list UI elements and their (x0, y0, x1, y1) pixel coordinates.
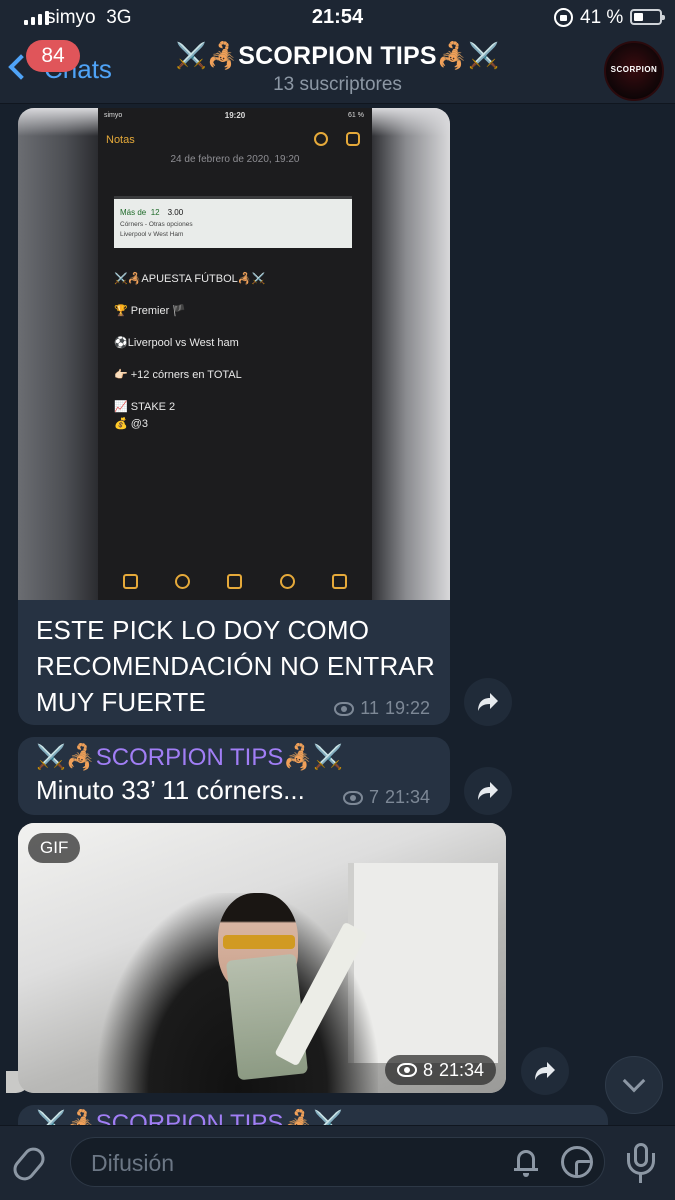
forward-button[interactable] (464, 767, 512, 815)
photo-note-line: ⚽Liverpool vs West ham (114, 337, 239, 349)
message-bubble[interactable]: ⚔️🦂SCORPION TIPS🦂⚔️ (18, 1105, 608, 1125)
message-bubble[interactable]: ⚔️🦂SCORPION TIPS🦂⚔️ Minuto 33’ 11 córner… (18, 737, 450, 815)
message-sender[interactable]: ⚔️🦂SCORPION TIPS🦂⚔️ (36, 743, 343, 772)
silent-broadcast-bell-icon[interactable] (514, 1148, 538, 1177)
pen-icon (279, 574, 295, 589)
forward-arrow-icon (478, 782, 498, 800)
photo-note-line: 👉🏻 +12 córners en TOTAL (114, 369, 242, 381)
message-time: 19:22 (384, 698, 430, 718)
add-person-icon (314, 132, 328, 146)
photo-note-line: 🏆 Premier 🏴 (114, 305, 187, 317)
message-sender[interactable]: ⚔️🦂SCORPION TIPS🦂⚔️ (36, 1109, 343, 1125)
views-eye-icon (334, 701, 355, 716)
message-time: 21:34 (438, 1059, 484, 1080)
orientation-lock-icon (554, 8, 573, 27)
message-text: Minuto 33’ 11 córners... (36, 775, 305, 805)
photo-notes-back: Notas (106, 134, 135, 146)
photo-note-line: ⚔️🦂APUESTA FÚTBOL🦂⚔️ (114, 273, 266, 285)
view-count: 8 (422, 1059, 433, 1080)
message-text-line: RECOMENDACIÓN NO ENTRAR (36, 651, 435, 681)
camera-icon (227, 574, 243, 589)
gif-badge: GIF (28, 833, 81, 863)
photo-bet-card: Más de 12 3.00 Córners - Otras opciones L… (114, 196, 352, 248)
status-bar: simyo 3G 21:54 41 % (0, 0, 675, 36)
photo-note-line: 📈 STAKE 2 (114, 401, 176, 413)
share-icon (346, 132, 360, 146)
notes-screenshot: simyo 19:20 61 % Notas 24 de febrero de … (98, 108, 372, 600)
avatar-label: SCORPION (610, 65, 658, 74)
composer-bar: Difusión (0, 1125, 675, 1200)
message-text-line: ESTE PICK LO DOY COMO (36, 615, 370, 645)
checkmark-icon (175, 574, 191, 589)
clock: 21:54 (311, 6, 364, 28)
photo-notes-toolbar (98, 574, 372, 594)
battery-icon (630, 9, 665, 25)
battery-percent: 41 % (580, 7, 624, 28)
forward-arrow-icon (478, 693, 498, 711)
message-list[interactable]: simyo 19:20 61 % Notas 24 de febrero de … (0, 105, 675, 1125)
photo-time: 19:20 (224, 111, 246, 120)
attach-paperclip-icon[interactable] (9, 1143, 49, 1185)
photo-battery: 61 % (348, 112, 364, 119)
message-input[interactable]: Difusión (70, 1137, 605, 1187)
view-count: 7 (368, 787, 379, 807)
input-placeholder: Difusión (91, 1150, 175, 1176)
gif-message[interactable]: GIF 8 21:34 (18, 823, 506, 1093)
forward-button[interactable] (464, 678, 512, 726)
message-bubble[interactable]: simyo 19:20 61 % Notas 24 de febrero de … (18, 108, 450, 725)
forward-arrow-icon (535, 1062, 555, 1080)
photo-note-date: 24 de febrero de 2020, 19:20 (170, 154, 300, 165)
microphone-icon[interactable] (626, 1143, 656, 1185)
view-count: 11 (360, 698, 379, 718)
compose-icon (332, 574, 348, 589)
sticker-icon[interactable] (561, 1146, 593, 1178)
chat-header: Chats 84 ⚔️🦂SCORPION TIPS🦂⚔️ 13 suscript… (0, 36, 675, 104)
forward-button[interactable] (521, 1047, 569, 1095)
message-time: 21:34 (384, 787, 430, 807)
trash-icon (122, 574, 138, 589)
photo-note-line: 💰 @3 (114, 418, 149, 430)
message-meta: 11 19:22 (334, 698, 430, 719)
chevron-down-icon (622, 1069, 646, 1093)
views-eye-icon (342, 790, 363, 805)
message-meta: 8 21:34 (384, 1055, 496, 1085)
channel-avatar[interactable]: SCORPION (604, 41, 664, 101)
channel-title[interactable]: ⚔️🦂SCORPION TIPS🦂⚔️ (0, 42, 675, 71)
message-text-line: MUY FUERTE (36, 687, 207, 717)
message-photo[interactable]: simyo 19:20 61 % Notas 24 de febrero de … (18, 108, 450, 600)
scroll-to-bottom-button[interactable] (605, 1056, 663, 1114)
views-eye-icon (396, 1063, 417, 1077)
subscriber-count: 13 suscriptores (273, 74, 402, 95)
message-meta: 7 21:34 (342, 787, 430, 808)
